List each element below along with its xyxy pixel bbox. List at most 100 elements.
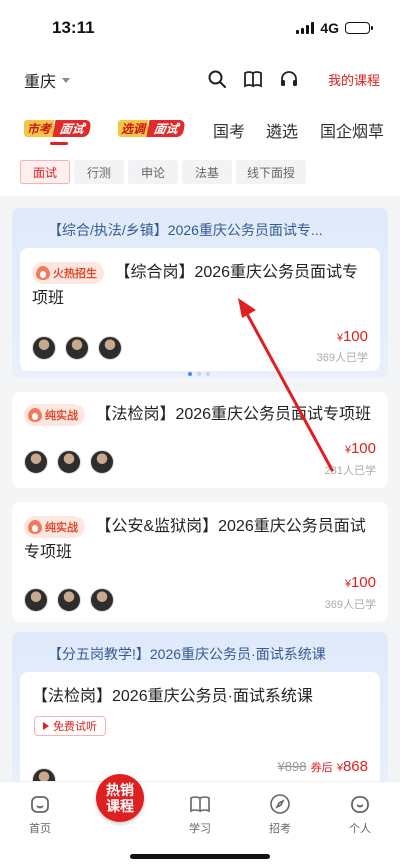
chip-offline[interactable]: 线下面授: [236, 160, 306, 184]
avatar: [32, 768, 56, 781]
tab-exam-label: 招考: [269, 823, 291, 835]
avatar: [57, 588, 81, 612]
profile-icon: [351, 796, 369, 813]
network-label: 4G: [320, 20, 339, 36]
teacher-avatars: [32, 336, 122, 360]
avatar: [24, 588, 48, 612]
hot-badge: 火热招生: [32, 261, 104, 284]
city-selector[interactable]: 重庆: [24, 68, 71, 92]
after-coupon-label: 券后: [310, 762, 333, 774]
avatar: [57, 450, 81, 474]
my-course-link[interactable]: 我的课程: [328, 70, 380, 89]
tab-home-label: 首页: [29, 823, 51, 835]
chevron-down-icon: [62, 77, 71, 83]
top-header: 重庆 我的课程: [0, 58, 400, 100]
feature-course-card[interactable]: 火热招生 【综合岗】2026重庆公务员面试专项班 ¥100 369人已学: [20, 248, 380, 371]
price-value: 868: [342, 758, 368, 775]
enrolled-count: 369人已学: [324, 599, 376, 611]
city-label: 重庆: [24, 74, 57, 91]
badge-label: 纯实战: [45, 409, 78, 422]
feature-course-card[interactable]: 【法检岗】2026重庆公务员·面试系统课 免费试听 ¥898 券后 ¥868: [20, 672, 380, 781]
price-value: 100: [342, 328, 368, 345]
avatar: [24, 450, 48, 474]
tab-study[interactable]: 学习: [175, 792, 225, 836]
headset-icon[interactable]: [278, 68, 300, 90]
badge-label: 火热招生: [53, 267, 97, 280]
active-tab-indicator: [50, 142, 68, 145]
play-icon: [43, 722, 49, 730]
chip-essay[interactable]: 申论: [128, 160, 178, 184]
feature-title: 【分五岗教学!】2026重庆公务员·面试系统课: [48, 646, 326, 662]
price-value: 100: [350, 440, 376, 457]
course-title: 【法检岗】2026重庆公务员·面试系统课: [32, 688, 313, 705]
course-card-2[interactable]: 纯实战 【法检岗】2026重庆公务员面试专项班 ¥100 281人已学: [12, 392, 388, 488]
free-trial-button[interactable]: 免费试听: [34, 716, 106, 736]
practice-badge: 纯实战: [24, 403, 85, 426]
status-indicators: 4G: [296, 20, 373, 36]
price-value: 100: [350, 574, 376, 591]
chip-aptitude[interactable]: 行测: [74, 160, 124, 184]
home-indicator: [130, 854, 270, 859]
category-tabs: 市考 面试 选调 面试 国考 遴选 国企烟草: [0, 100, 400, 152]
feature-title: 【综合/执法/乡镇】2026重庆公务员面试专...: [48, 222, 323, 238]
book-open-icon: [190, 796, 210, 813]
teacher-avatars: [32, 768, 56, 781]
carousel-dots: [188, 372, 210, 376]
home-icon: [31, 796, 49, 813]
hot-courses-button[interactable]: 热销课程: [96, 774, 144, 822]
avatar: [32, 336, 56, 360]
tab-state-tobacco[interactable]: 国企烟草: [320, 118, 384, 142]
course-list[interactable]: 【综合/执法/乡镇】2026重庆公务员面试专... 火热招生 【综合岗】2026…: [0, 196, 400, 781]
chip-interview[interactable]: 面试: [20, 160, 70, 184]
status-time: 13:11: [52, 18, 95, 37]
avatar: [98, 336, 122, 360]
enrolled-count: 369人已学: [316, 352, 368, 364]
feature-banner-1[interactable]: 【综合/执法/乡镇】2026重庆公务员面试专... 火热招生 【综合岗】2026…: [12, 208, 388, 378]
course-title-block: 纯实战 【公安&监狱岗】2026重庆公务员面试专项班: [24, 514, 376, 566]
tab-selection-interview-part1: 选调: [118, 119, 149, 137]
trial-label: 免费试听: [53, 721, 97, 733]
price: ¥100: [345, 440, 376, 457]
price-block: ¥898 券后 ¥868: [278, 758, 368, 775]
bottom-tab-bar: 首页 热销课程 学习 招考 个人: [0, 774, 400, 867]
battery-icon: [345, 22, 373, 34]
enrolled-count: 281人已学: [324, 465, 376, 477]
avatar: [65, 336, 89, 360]
status-bar: 13:11 4G: [0, 0, 400, 58]
flame-icon: [28, 407, 42, 422]
badge-label: 纯实战: [45, 521, 78, 534]
hot-courses-label: 热销课程: [106, 782, 134, 814]
search-icon[interactable]: [206, 68, 228, 90]
original-price: ¥898: [277, 759, 307, 774]
tab-selection-interview-part2: 面试: [146, 119, 186, 137]
course-title: 【法检岗】2026重庆公务员面试专项班: [95, 406, 372, 423]
tab-study-label: 学习: [189, 823, 211, 835]
tab-profile-label: 个人: [349, 823, 371, 835]
course-title-block: 纯实战 【法检岗】2026重庆公务员面试专项班: [24, 402, 376, 428]
avatar: [90, 450, 114, 474]
tab-profile[interactable]: 个人: [335, 792, 385, 836]
subject-chips: 面试 行测 申论 法基 线下面授: [0, 152, 400, 196]
tab-exam[interactable]: 招考: [255, 792, 305, 836]
teacher-avatars: [24, 450, 114, 474]
chip-law-basics[interactable]: 法基: [182, 160, 232, 184]
price: ¥100: [345, 574, 376, 591]
practice-badge: 纯实战: [24, 515, 85, 538]
flame-icon: [36, 265, 50, 280]
course-card-3[interactable]: 纯实战 【公安&监狱岗】2026重庆公务员面试专项班 ¥100 369人已学: [12, 502, 388, 622]
tab-national-exam[interactable]: 国考: [213, 118, 245, 142]
tab-city-interview-part2: 面试: [52, 119, 92, 137]
teacher-avatars: [24, 588, 114, 612]
tab-selection[interactable]: 遴选: [266, 118, 298, 142]
tab-home[interactable]: 首页: [15, 792, 65, 836]
feature-banner-2[interactable]: 【分五岗教学!】2026重庆公务员·面试系统课 【法检岗】2026重庆公务员·面…: [12, 632, 388, 781]
course-title-block: 火热招生 【综合岗】2026重庆公务员面试专项班: [32, 260, 368, 312]
signal-icon: [296, 22, 315, 34]
tab-city-interview[interactable]: 市考 面试: [24, 118, 92, 138]
tab-selection-interview[interactable]: 选调 面试: [118, 118, 186, 138]
price: ¥100: [337, 328, 368, 345]
avatar: [90, 588, 114, 612]
book-icon[interactable]: [242, 68, 264, 90]
header-icons: [206, 68, 300, 90]
tab-city-interview-part1: 市考: [24, 119, 55, 137]
